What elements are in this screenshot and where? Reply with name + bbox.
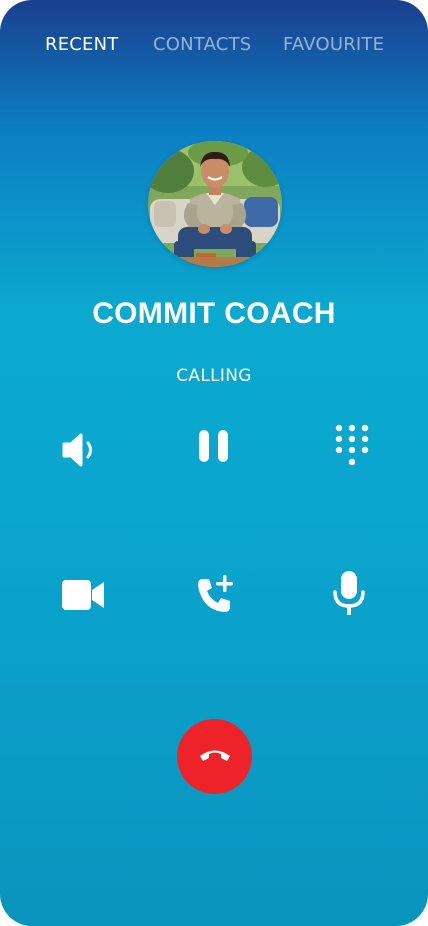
video-call-button[interactable] xyxy=(53,565,113,625)
speaker-icon xyxy=(60,431,100,469)
add-call-icon xyxy=(194,574,236,616)
speaker-button[interactable] xyxy=(50,420,110,480)
call-screen: RECENT CONTACTS FAVOURITE COMMIT COACH C… xyxy=(0,0,428,926)
dialpad-button[interactable] xyxy=(322,418,382,478)
call-status: CALLING xyxy=(176,366,252,386)
tab-bar: RECENT CONTACTS FAVOURITE xyxy=(0,34,428,60)
hold-button[interactable] xyxy=(184,416,244,476)
contact-name: COMMIT COACH xyxy=(92,297,336,330)
end-call-icon xyxy=(198,747,232,767)
tab-recent[interactable]: RECENT xyxy=(45,34,118,55)
video-camera-icon xyxy=(61,579,105,611)
tab-favourite[interactable]: FAVOURITE xyxy=(283,34,384,55)
mute-button[interactable] xyxy=(319,563,379,623)
pause-icon xyxy=(198,429,230,463)
dialpad-icon xyxy=(334,423,370,473)
contact-avatar xyxy=(148,141,282,267)
tab-contacts[interactable]: CONTACTS xyxy=(153,34,251,55)
microphone-icon xyxy=(331,570,367,616)
add-call-button[interactable] xyxy=(185,565,245,625)
end-call-button[interactable] xyxy=(177,719,252,794)
